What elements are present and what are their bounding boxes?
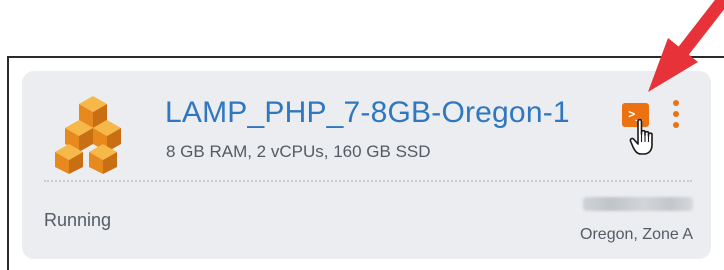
instance-specs: 8 GB RAM, 2 vCPUs, 160 GB SSD xyxy=(166,142,431,161)
kebab-menu-icon[interactable] xyxy=(666,100,686,130)
card-divider xyxy=(44,180,692,182)
kebab-dot xyxy=(673,111,679,117)
status-text: Running xyxy=(44,210,112,230)
red-arrow-icon xyxy=(648,0,724,92)
zone-text: Oregon, Zone A xyxy=(580,226,693,243)
hand-pointer-cursor-icon xyxy=(629,118,653,155)
stacked-cubes-icon xyxy=(55,96,121,174)
instance-name-link[interactable]: LAMP_PHP_7-8GB-Oregon-1 xyxy=(165,96,570,130)
kebab-dot xyxy=(673,122,679,128)
kebab-dot xyxy=(673,100,679,106)
redacted-ip-address xyxy=(583,197,693,211)
